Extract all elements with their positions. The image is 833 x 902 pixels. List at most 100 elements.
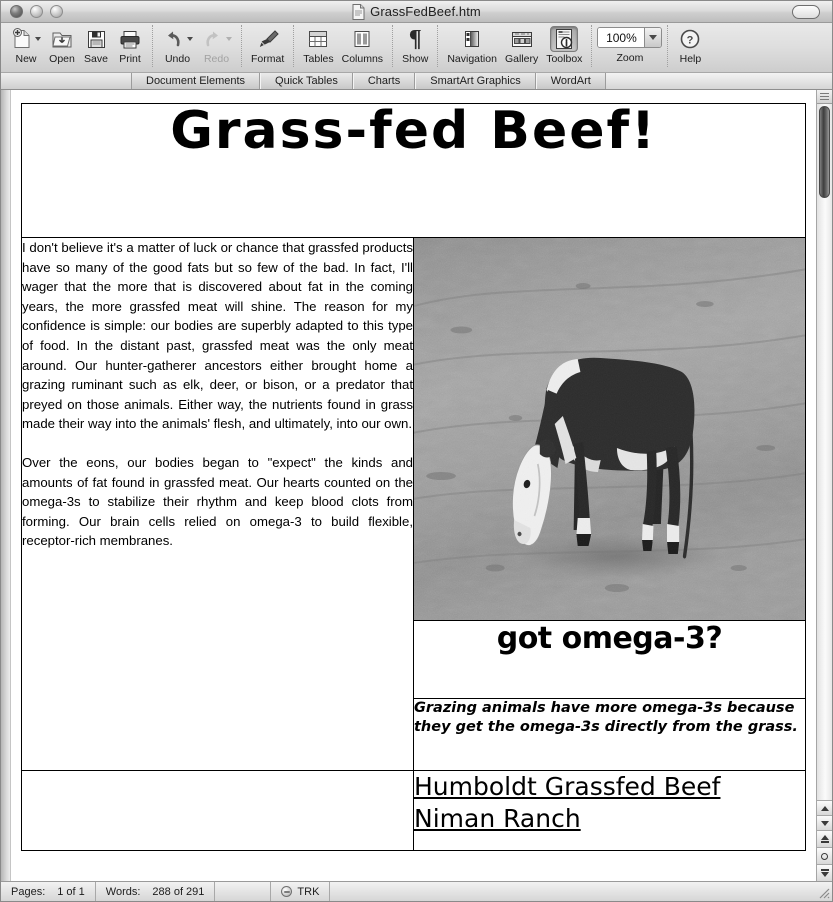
status-pages-value: 1 of 1	[57, 885, 85, 898]
vertical-scrollbar-thumb[interactable]	[819, 106, 830, 198]
select-browse-object-icon[interactable]	[817, 847, 832, 864]
tab-wordart[interactable]: WordArt	[535, 73, 606, 89]
track-changes-label: TRK	[297, 885, 320, 898]
toolbar-group-show: ¶ Show	[398, 23, 432, 73]
status-pages: Pages: 1 of 1	[1, 882, 96, 901]
toolbar-label-save: Save	[84, 53, 108, 65]
document-layout-table: Grass-fed Beef! I don't believe it's a m…	[21, 103, 806, 851]
zoom-value[interactable]: 100%	[598, 28, 645, 47]
toolbar-separator-5	[437, 25, 439, 67]
toolbar-label-open: Open	[49, 53, 75, 65]
status-words-value: 288 of 291	[152, 885, 205, 898]
links-cell[interactable]: Humboldt Grassfed Beef Niman Ranch	[413, 770, 806, 851]
new-dropdown-arrow[interactable]	[35, 37, 41, 41]
status-blank-cell	[215, 882, 272, 901]
toolbar-separator-2	[241, 25, 242, 67]
toolbar-group-format: Format	[247, 23, 288, 73]
toolbar-button-tables[interactable]: Tables	[299, 23, 337, 65]
scroll-up-arrow-icon[interactable]	[817, 800, 832, 815]
link-niman-ranch[interactable]: Niman Ranch	[414, 803, 581, 835]
toolbar-separator-4	[392, 25, 394, 67]
table-row-links: Humboldt Grassfed Beef Niman Ranch	[21, 770, 806, 851]
toolbar-group-file: New Open Save Print	[7, 23, 147, 73]
toolbar-label-show: Show	[402, 53, 429, 65]
printer-icon	[120, 30, 140, 48]
toolbar-button-help[interactable]: ? Help	[673, 23, 707, 65]
table-row-body: I don't believe it's a matter of luck or…	[21, 237, 806, 771]
toolbar-label-zoom: Zoom	[616, 52, 644, 64]
question-mark-circle-icon: ?	[681, 29, 700, 49]
track-changes-icon	[281, 886, 293, 897]
toolbar-label-undo: Undo	[164, 53, 191, 65]
zoom-dropdown-button[interactable]	[644, 28, 662, 47]
vertical-scrollbar[interactable]	[816, 90, 832, 881]
toolbar-button-toolbox[interactable]: Toolbox	[542, 23, 586, 65]
split-pane-icon[interactable]	[817, 90, 832, 104]
tab-quick-tables[interactable]: Quick Tables	[260, 73, 353, 89]
slogan-text: got omega-3?	[496, 621, 723, 656]
zoom-button[interactable]	[50, 5, 63, 18]
toolbox-icon	[556, 29, 573, 49]
toolbar-label-toolbox: Toolbox	[546, 53, 583, 65]
close-button[interactable]	[10, 5, 23, 18]
chevron-down-icon	[649, 35, 658, 40]
page-title: Grass-fed Beef!	[170, 101, 657, 161]
vertical-scrollbar-track[interactable]	[817, 104, 832, 800]
title-bar: GrassFedBeef.htm	[1, 1, 832, 23]
toolbar-group-layout: Tables Columns	[299, 23, 387, 73]
tab-smartart-graphics[interactable]: SmartArt Graphics	[415, 73, 536, 89]
main-toolbar: New Open Save Print Undo Redo Format Tab…	[1, 23, 832, 73]
toolbar-button-columns[interactable]: Columns	[338, 23, 387, 65]
grazing-cow-photo	[414, 238, 805, 620]
svg-text:?: ?	[687, 35, 694, 47]
next-page-icon[interactable]	[817, 864, 832, 881]
pilcrow-icon: ¶	[408, 26, 422, 52]
minimize-button[interactable]	[30, 5, 43, 18]
toolbar-label-columns: Columns	[341, 53, 384, 65]
table-grid-icon	[309, 31, 328, 47]
tab-charts[interactable]: Charts	[352, 73, 416, 89]
toolbar-button-gallery[interactable]: Gallery	[501, 23, 542, 65]
toolbar-button-save[interactable]: Save	[79, 23, 113, 65]
status-words: Words: 288 of 291	[96, 882, 216, 901]
link-humboldt-grassfed-beef[interactable]: Humboldt Grassfed Beef	[414, 771, 720, 803]
toolbar-button-navigation[interactable]: Navigation	[443, 23, 501, 65]
tab-document-elements[interactable]: Document Elements	[131, 73, 261, 89]
columns-icon	[354, 31, 370, 47]
toolbar-button-new[interactable]: New	[7, 23, 45, 65]
toolbar-label-help: Help	[679, 53, 702, 65]
slogan-cell[interactable]: got omega-3?	[413, 620, 806, 699]
window-title: GrassFedBeef.htm	[370, 4, 481, 19]
toolbar-group-undo: Undo Redo	[158, 23, 236, 73]
undo-dropdown-arrow[interactable]	[187, 37, 193, 41]
toolbar-separator-7	[667, 25, 669, 67]
document-icon	[352, 3, 365, 20]
status-track-changes[interactable]: TRK	[271, 882, 331, 901]
open-folder-icon	[52, 32, 72, 48]
photo-cell[interactable]	[413, 237, 806, 621]
toolbar-label-format: Format	[251, 53, 285, 65]
status-words-label: Words:	[105, 885, 141, 898]
ribbon-tab-filler	[605, 73, 832, 89]
navigation-pane-icon	[465, 31, 480, 47]
window-resize-pill[interactable]	[792, 5, 820, 19]
title-bar-center: GrassFedBeef.htm	[1, 1, 832, 22]
scroll-down-arrow-icon[interactable]	[817, 815, 832, 830]
caption-cell[interactable]: Grazing animals have more omega-3s becau…	[413, 698, 806, 771]
toolbar-label-redo: Redo	[203, 53, 230, 65]
toolbar-button-format[interactable]: Format	[247, 23, 288, 65]
document-page[interactable]: Grass-fed Beef! I don't believe it's a m…	[11, 90, 816, 881]
toolbar-button-show[interactable]: ¶ Show	[398, 23, 432, 65]
previous-page-icon[interactable]	[817, 830, 832, 847]
window-resize-grip[interactable]	[816, 882, 832, 901]
status-filler	[330, 882, 816, 901]
toolbar-button-undo[interactable]: Undo	[158, 23, 197, 65]
body-text-cell[interactable]: I don't believe it's a matter of luck or…	[21, 237, 414, 771]
toolbar-button-open[interactable]: Open	[45, 23, 79, 65]
body-paragraph-1: I don't believe it's a matter of luck or…	[22, 240, 413, 432]
toolbar-button-print[interactable]: Print	[113, 23, 147, 65]
zoom-combobox[interactable]: 100%	[597, 27, 663, 48]
toolbar-label-new: New	[15, 53, 37, 65]
toolbar-separator-6	[591, 25, 593, 67]
window-controls	[1, 5, 63, 18]
